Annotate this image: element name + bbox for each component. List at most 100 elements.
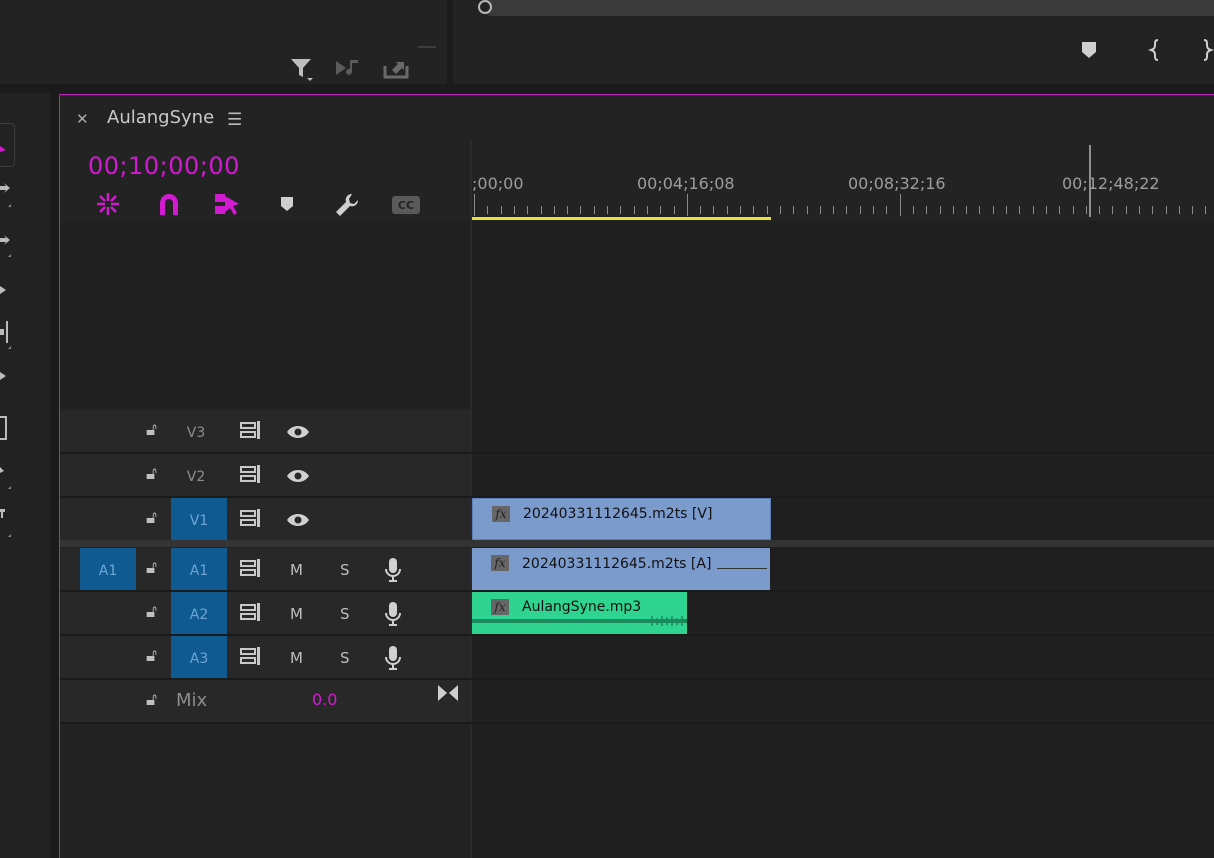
lock-icon[interactable]: 🔓︎ — [146, 646, 157, 666]
mark-in-icon[interactable] — [1148, 38, 1162, 62]
nest-icon[interactable] — [95, 191, 121, 217]
lock-icon[interactable]: 🔓︎ — [146, 420, 157, 440]
ruler-tick — [926, 206, 927, 214]
lock-icon[interactable]: 🔓︎ — [146, 464, 157, 484]
track-header-a2[interactable] — [60, 592, 470, 634]
track-name-v3[interactable]: V3 — [168, 410, 224, 452]
ruler-tick — [1046, 206, 1047, 214]
hand-tool-icon[interactable] — [0, 463, 14, 493]
mute-button[interactable]: M — [290, 561, 303, 579]
video-audio-divider[interactable] — [60, 540, 1214, 547]
sequence-tab-title[interactable]: AulangSyne — [107, 107, 214, 128]
sync-lock-icon[interactable] — [240, 647, 264, 667]
lock-icon[interactable]: 🔓︎ — [146, 508, 157, 528]
source-patch-a1[interactable]: A1 — [80, 548, 136, 590]
track-header-v3[interactable] — [60, 410, 470, 452]
fx-badge[interactable]: fx — [491, 599, 509, 615]
ruler-tick — [1139, 206, 1140, 214]
ruler-tick — [527, 206, 528, 214]
razor-tool-icon[interactable] — [0, 283, 10, 297]
sync-lock-icon[interactable] — [240, 603, 264, 623]
playhead-line[interactable] — [1089, 145, 1091, 217]
ruler-tick — [1192, 206, 1193, 214]
ruler-tick — [1166, 206, 1167, 214]
ruler-tick — [1126, 206, 1127, 214]
ruler-tick — [953, 206, 954, 214]
track-lane-v2[interactable] — [472, 454, 1214, 496]
track-select-tool-icon[interactable] — [0, 181, 14, 211]
track-name-v1[interactable]: V1 — [171, 498, 227, 540]
linked-selection-icon[interactable] — [213, 190, 241, 218]
ripple-edit-tool-icon[interactable] — [0, 233, 14, 263]
track-header-mix[interactable] — [60, 680, 470, 722]
sync-lock-icon[interactable] — [240, 559, 264, 579]
snap-magnet-icon[interactable] — [156, 191, 182, 217]
ruler-tick — [753, 206, 754, 214]
svg-text:CC: CC — [398, 199, 414, 212]
ruler-tick — [554, 206, 555, 214]
ruler-tick — [979, 206, 980, 214]
selection-tool-button[interactable] — [0, 123, 15, 167]
mix-label: Mix — [176, 690, 208, 711]
track-lane-a3[interactable] — [472, 636, 1214, 678]
playhead-timecode[interactable]: 00;10;00;00 — [88, 152, 240, 180]
sync-lock-icon[interactable] — [240, 421, 264, 441]
ruler-tick — [807, 206, 808, 214]
filter-icon[interactable] — [289, 56, 315, 82]
sync-lock-icon[interactable] — [240, 509, 264, 529]
audio-clip[interactable]: fx 20240331112645.m2ts [A] — [472, 548, 770, 590]
mute-button[interactable]: M — [290, 605, 303, 623]
scrubber-handle[interactable] — [478, 0, 492, 14]
export-frame-icon[interactable] — [382, 56, 410, 80]
captions-icon[interactable]: CC — [391, 195, 421, 215]
add-marker-icon[interactable] — [1080, 40, 1098, 60]
microphone-icon[interactable] — [384, 557, 402, 583]
go-to-in-out-icon[interactable] — [437, 684, 459, 702]
lock-icon[interactable]: 🔓︎ — [146, 602, 157, 622]
type-tool-icon[interactable] — [0, 507, 14, 541]
ruler-tick — [940, 206, 941, 214]
audio-clip-mp3[interactable]: fx AulangSyne.mp3 — [472, 592, 687, 634]
work-area-bar[interactable] — [472, 217, 771, 220]
pen-tool-icon[interactable] — [0, 369, 10, 383]
mark-out-icon[interactable] — [1202, 38, 1214, 62]
fx-badge[interactable]: fx — [492, 506, 510, 522]
track-name-a2[interactable]: A2 — [171, 592, 227, 634]
lock-icon[interactable]: 🔓︎ — [146, 558, 157, 578]
fx-badge[interactable]: fx — [491, 555, 509, 571]
microphone-icon[interactable] — [384, 601, 402, 627]
solo-button[interactable]: S — [340, 561, 350, 579]
ruler-tick — [860, 206, 861, 214]
source-panel — [0, 0, 447, 84]
video-clip[interactable]: fx 20240331112645.m2ts [V] — [472, 498, 771, 540]
scrubber-bar[interactable] — [484, 0, 1214, 16]
close-sequence-icon[interactable]: ✕ — [76, 110, 89, 128]
track-lane-mix[interactable] — [472, 680, 1214, 722]
lock-icon[interactable]: 🔓︎ — [146, 690, 157, 710]
eye-icon[interactable] — [286, 512, 310, 528]
ruler-tick — [713, 206, 714, 214]
track-name-v2[interactable]: V2 — [168, 454, 224, 496]
marker-icon[interactable] — [279, 195, 295, 213]
sync-lock-icon[interactable] — [240, 465, 264, 485]
track-header-v1[interactable] — [60, 498, 470, 540]
eye-icon[interactable] — [286, 468, 310, 484]
track-name-a1[interactable]: A1 — [171, 548, 227, 590]
wrench-icon[interactable] — [333, 191, 361, 219]
mix-volume-value[interactable]: 0.0 — [312, 690, 337, 709]
track-name-a3[interactable]: A3 — [171, 636, 227, 678]
insert-audio-icon[interactable] — [334, 58, 362, 78]
ruler-tick — [607, 206, 608, 214]
eye-icon[interactable] — [286, 424, 310, 440]
mute-button[interactable]: M — [290, 649, 303, 667]
slip-tool-icon[interactable] — [0, 319, 14, 353]
track-lane-v3[interactable] — [472, 410, 1214, 452]
track-header-a3[interactable] — [60, 636, 470, 678]
solo-button[interactable]: S — [340, 605, 350, 623]
solo-button[interactable]: S — [340, 649, 350, 667]
panel-menu-icon[interactable]: ☰ — [227, 110, 242, 130]
rectangle-tool-icon[interactable] — [0, 415, 14, 445]
audio-waveform — [472, 616, 687, 626]
track-header-v2[interactable] — [60, 454, 470, 496]
microphone-icon[interactable] — [384, 645, 402, 671]
